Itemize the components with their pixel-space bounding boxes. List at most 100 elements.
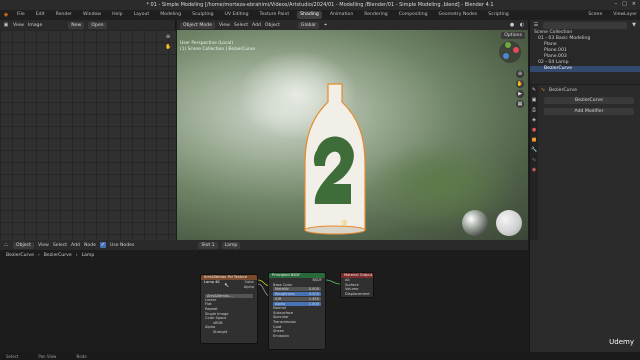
node-editor-canvas[interactable]: BezierCurve › BezierCurve › Lamp Arrs&We… [0,240,528,352]
options-button[interactable]: Options [501,32,525,39]
node-editor-header: ⛬ Object View Select Add Node ✓ Use Node… [0,240,528,250]
tab-uv-editing[interactable]: UV Editing [222,11,252,19]
material-slot-dropdown[interactable]: Slot 1 [198,241,218,249]
menu-render[interactable]: Render [53,11,75,19]
ortho-toggle-icon[interactable]: ▦ [516,100,524,108]
orientation-dropdown[interactable]: Global [297,21,319,29]
use-nodes-checkbox[interactable]: ✓ [99,242,106,248]
viewport-menu-select[interactable]: Select [234,23,248,28]
window-titlebar: * 01 - Simple Modeling [/home/morteza-eb… [0,0,640,10]
slider-value: 0.500 [308,292,319,297]
viewport-overlay-text: User Perspective (Local) (1) Scene Colle… [180,41,255,53]
tab-animation[interactable]: Animation [327,11,356,19]
outliner-search[interactable] [543,21,627,29]
close-icon[interactable]: × [632,1,636,7]
add-modifier-button[interactable]: Add Modifier [544,108,634,115]
tab-compositing[interactable]: Compositing [396,11,431,19]
blender-logo-icon[interactable]: ◉ [3,12,9,18]
scene-selector[interactable]: Scene [585,11,605,19]
principled-bsdf-node[interactable]: Principled BSDF BSDF Base Color Metallic… [268,272,326,350]
material-name-field[interactable]: Lamp [221,241,241,249]
node-menu-view[interactable]: View [38,243,49,248]
node-links [257,279,341,297]
use-nodes-label: Use Nodes [109,242,135,248]
node-object-dropdown[interactable]: Object [13,241,34,249]
viewport-header: Object Mode View Select Add Object Globa… [177,20,528,30]
tab-scripting[interactable]: Scripting [485,11,511,19]
minimize-icon[interactable]: – [615,1,618,7]
pan-view-icon[interactable]: ✋ [516,80,524,88]
image-menu-image[interactable]: Image [28,23,42,28]
object-mode-dropdown[interactable]: Object Mode [180,21,215,29]
tab-modeling[interactable]: Modeling [157,11,184,19]
tab-layout[interactable]: Layout [131,11,153,19]
hand-icon[interactable]: ✋ [165,44,171,50]
zoom-icon[interactable]: ⊕ [165,34,171,40]
3d-cursor-icon[interactable]: ⊕ [341,218,348,227]
filter-icon[interactable]: ▼ [631,22,637,28]
image-menu-view[interactable]: View [13,23,24,28]
object-tab-icon[interactable]: ■ [531,137,537,143]
alpha-mode-value[interactable]: Straight [201,330,257,335]
tab-sculpting[interactable]: Sculpting [189,11,216,19]
properties-tabs: ✎ ▣ ⎙ ◈ ● ■ 🔧 ∿ ◉ [530,85,538,240]
outliner-icon[interactable]: ☰ [533,22,539,28]
viewport-menu-view[interactable]: View [219,23,230,28]
new-image-button[interactable]: New [68,21,85,29]
menu-help[interactable]: Help [109,11,125,19]
image-canvas[interactable] [0,30,176,240]
metallic-slider[interactable]: Metallic 0.000 [273,287,321,292]
curve-object-icon: ∿ [540,87,546,93]
material-output-node[interactable]: Material Output All Surface Volume Displ… [340,272,374,298]
tab-geometry-nodes[interactable]: Geometry Nodes [436,11,481,19]
image-editor-header: ▣ View Image New Open [0,20,175,30]
node-socket-displacement[interactable]: Displacement [341,292,373,297]
image-editor: ▣ View Image New Open ⊕ ✋ [0,20,176,240]
lamp-model[interactable] [295,80,375,240]
maximize-icon[interactable]: □ [622,1,627,7]
navigation-gizmo-icon[interactable] [498,40,522,64]
image-editor-icon[interactable]: ▣ [3,22,9,28]
status-select: Select [6,353,19,359]
world-tab-icon[interactable]: ● [531,127,537,133]
tab-texture-paint[interactable]: Texture Paint [257,11,293,19]
outliner-item-selected[interactable]: BezierCurve [530,66,640,72]
tab-rendering[interactable]: Rendering [361,11,390,19]
object-name-field[interactable]: BezierCurve [544,97,634,104]
menu-file[interactable]: File [14,11,28,19]
outliner-panel: ☰ ▼ Scene Collection 01 - 03 Basic Model… [529,20,640,84]
menu-window[interactable]: Window [80,11,104,19]
status-node: Node [76,353,87,359]
emission-panel[interactable]: Emission [269,334,325,339]
tab-shading[interactable]: Shading [297,11,322,19]
shading-material-icon[interactable]: ◐ [519,22,525,28]
mouse-cursor-icon: ↖ [224,282,230,289]
node-menu-add[interactable]: Add [71,243,80,248]
3d-viewport[interactable]: Object Mode View Select Add Object Globa… [177,20,528,240]
udemy-watermark: Udemy [609,338,634,346]
status-bar: Select Pan View Node [0,352,640,360]
ior-slider[interactable]: IOR 1.450 [273,297,321,302]
material-tab-icon[interactable]: ◉ [531,167,537,173]
node-menu-node[interactable]: Node [84,243,96,248]
modifier-tab-icon[interactable]: 🔧 [531,147,537,153]
render-tab-icon[interactable]: ▣ [531,97,537,103]
camera-view-icon[interactable]: ▶ [516,90,524,98]
tool-tab-icon[interactable]: ✎ [531,87,537,93]
snap-icon[interactable]: ⌖ [323,22,329,28]
node-editor-icon[interactable]: ⛬ [3,242,9,248]
output-tab-icon[interactable]: ⎙ [531,107,537,113]
viewport-menu-object[interactable]: Object [265,23,280,28]
data-tab-icon[interactable]: ∿ [531,157,537,163]
zoom-view-icon[interactable]: ⊕ [516,70,524,78]
menu-edit[interactable]: Edit [33,11,48,19]
node-menu-select[interactable]: Select [53,243,67,248]
properties-panel: ✎ ▣ ⎙ ◈ ● ■ 🔧 ∿ ◉ ∿ BezierCurve BezierCu… [529,85,640,240]
slider-value: 1.450 [308,297,319,302]
scene-tab-icon[interactable]: ◈ [531,117,537,123]
roughness-slider[interactable]: Roughness 0.500 [273,292,321,297]
shading-solid-icon[interactable]: ● [509,22,515,28]
open-image-button[interactable]: Open [88,21,107,29]
viewport-menu-add[interactable]: Add [252,23,261,28]
view-layer-selector[interactable]: ViewLayer [610,11,640,19]
